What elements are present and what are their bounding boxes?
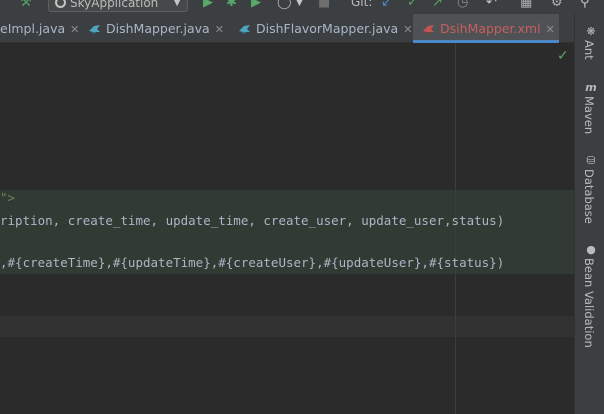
database-tool-button[interactable]: ⛁ Database — [575, 151, 604, 241]
editor-tab-bar: eImpl.java ✕ DishMapper.java ✕ DishFlavorM… — [0, 14, 574, 43]
run-icon[interactable]: ▶ — [203, 0, 213, 10]
mybatis-xml-bird-icon — [423, 25, 434, 34]
right-margin-guide — [455, 43, 456, 414]
maven-label: Maven — [582, 96, 596, 135]
git-label: Git: — [351, 0, 373, 9]
code-editor[interactable]: ✓ "> ription, create_time, update_time, … — [0, 43, 574, 414]
bean-validation-label: Bean Validation — [582, 258, 596, 348]
project-structure-icon[interactable]: ▦ — [520, 0, 532, 10]
right-tool-strip: ❋ Ant m Maven ⛁ Database ● Bean Validati… — [574, 14, 604, 414]
git-rollback-icon[interactable]: ↶ — [486, 0, 497, 10]
chevron-down-icon: ▼ — [173, 0, 181, 8]
stop-icon[interactable]: ■ — [318, 0, 330, 10]
spring-boot-icon — [55, 0, 66, 8]
current-line-highlight — [0, 316, 574, 337]
git-history-icon[interactable]: ◷ — [457, 0, 468, 10]
tab-label: DsihMapper.xml — [440, 21, 541, 36]
database-icon: ⛁ — [586, 154, 596, 167]
tab-dsih-mapper-xml[interactable]: DsihMapper.xml ✕ — [413, 14, 559, 43]
ant-label: Ant — [582, 40, 596, 60]
git-commit-icon[interactable]: ✓ — [407, 0, 418, 10]
ant-tool-button[interactable]: ❋ Ant — [575, 22, 604, 70]
maven-tool-button[interactable]: m Maven — [575, 78, 604, 150]
mybatis-bird-icon — [239, 25, 250, 34]
close-icon[interactable]: ✕ — [546, 23, 555, 36]
tab-label: eImpl.java — [0, 21, 66, 36]
run-configuration-dropdown[interactable]: SkyApplication ▼ — [48, 0, 188, 12]
maven-icon: m — [585, 81, 597, 94]
tab-label: DishMapper.java — [106, 21, 210, 36]
main-toolbar: ⚒ SkyApplication ▼ ▶ ✱ ▶ ◯ ▼ ■ Git: ↙ ✓ … — [0, 0, 604, 14]
settings-icon[interactable]: ⚙ — [551, 0, 563, 10]
mybatis-bird-icon — [89, 25, 100, 34]
ant-icon: ❋ — [586, 25, 596, 38]
hammer-icon[interactable]: ⚒ — [20, 0, 32, 10]
tab-dish-flavor-mapper-java[interactable]: DishFlavorMapper.java ✕ — [238, 14, 412, 43]
code-line-attribute-end: "> — [0, 190, 16, 205]
close-icon[interactable]: ✕ — [70, 23, 79, 36]
debug-icon[interactable]: ✱ — [226, 0, 237, 10]
git-update-icon[interactable]: ↙ — [381, 0, 392, 10]
git-push-icon[interactable]: ↗ — [432, 0, 443, 10]
bean-validation-icon: ● — [586, 243, 596, 256]
run-with-coverage-icon[interactable]: ▶ — [251, 0, 261, 10]
more-run-options-icon[interactable]: ▼ — [296, 0, 303, 10]
search-icon[interactable]: ⚲ — [580, 0, 590, 10]
code-line-insert-values: ,#{createTime},#{updateTime},#{createUse… — [0, 255, 505, 270]
database-label: Database — [582, 169, 596, 224]
profile-icon[interactable]: ◯ — [277, 0, 292, 10]
no-problems-check-icon[interactable]: ✓ — [557, 48, 569, 64]
tab-label: DishFlavorMapper.java — [256, 21, 399, 36]
run-configuration-label: SkyApplication — [70, 0, 159, 10]
close-icon[interactable]: ✕ — [403, 23, 412, 36]
close-icon[interactable]: ✕ — [215, 23, 224, 36]
code-line-insert-columns: ription, create_time, update_time, creat… — [0, 213, 505, 228]
bean-validation-tool-button[interactable]: ● Bean Validation — [575, 240, 604, 350]
tab-service-impl[interactable]: eImpl.java ✕ — [0, 14, 79, 43]
tab-dish-mapper-java[interactable]: DishMapper.java ✕ — [88, 14, 228, 43]
